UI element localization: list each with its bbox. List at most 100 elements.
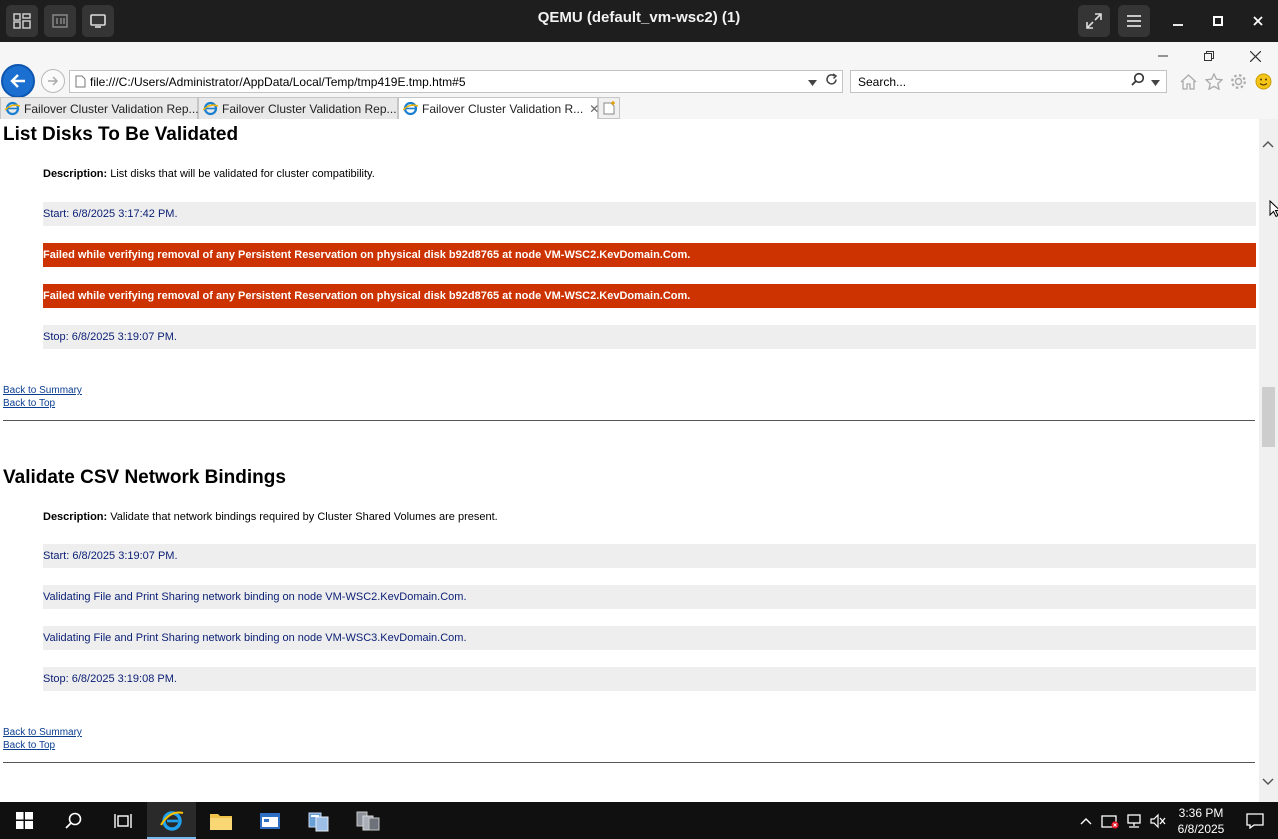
ie-window-controls <box>1140 45 1278 67</box>
section-description: Description: List disks that will be val… <box>43 168 375 180</box>
log-row: Stop: 6/8/2025 3:19:08 PM. <box>43 667 1256 691</box>
section-title: Validate CSV Network Bindings <box>3 467 286 488</box>
ie-chrome: file:///C:/Users/Administrator/AppData/L… <box>0 42 1278 119</box>
address-bar[interactable]: file:///C:/Users/Administrator/AppData/L… <box>69 70 843 93</box>
log-row: Validating File and Print Sharing networ… <box>43 585 1256 609</box>
close-icon <box>1253 16 1263 26</box>
tab-report-3[interactable]: Failover Cluster Validation R... ✕ <box>398 97 599 119</box>
mouse-cursor-icon <box>1269 200 1278 218</box>
server-manager-icon <box>259 812 280 829</box>
tab-label: Failover Cluster Validation R... <box>422 101 584 116</box>
tab-label: Failover Cluster Validation Rep... <box>24 101 199 116</box>
url-text[interactable]: file:///C:/Users/Administrator/AppData/L… <box>90 75 808 89</box>
refresh-icon[interactable] <box>825 72 838 91</box>
taskbar: 3:36 PM 6/8/2025 <box>0 802 1278 839</box>
ie-minimize-button[interactable] <box>1140 45 1186 67</box>
feedback-smiley-icon[interactable] <box>1253 70 1274 93</box>
ie-close-button[interactable] <box>1232 45 1278 67</box>
taskbar-file-explorer[interactable] <box>196 802 245 839</box>
scroll-up-icon[interactable] <box>1262 135 1274 153</box>
action-center-warning-icon[interactable] <box>1098 802 1122 839</box>
taskbar-internet-explorer[interactable] <box>147 802 196 839</box>
home-icon[interactable] <box>1178 70 1199 93</box>
description-text: Validate that network bindings required … <box>110 511 498 523</box>
qemu-maximize-button[interactable] <box>1198 3 1238 39</box>
browser-tools <box>1178 70 1274 93</box>
taskbar-server-manager[interactable] <box>245 802 294 839</box>
back-to-top-link[interactable]: Back to Top <box>3 740 55 751</box>
settings-gear-icon[interactable] <box>1228 70 1249 93</box>
qemu-minimize-button[interactable] <box>1158 3 1198 39</box>
search-dropdown-icon[interactable] <box>1151 73 1166 91</box>
back-to-summary-link[interactable]: Back to Summary <box>3 385 82 396</box>
search-icon <box>65 812 82 829</box>
task-view-button[interactable] <box>98 802 147 839</box>
show-hidden-icons-chevron-icon[interactable] <box>1074 802 1098 839</box>
start-button[interactable] <box>0 802 49 839</box>
tab-report-2[interactable]: Failover Cluster Validation Rep... <box>198 97 398 119</box>
restore-icon <box>1204 51 1214 61</box>
section-divider <box>3 762 1255 763</box>
ie-page-icon <box>203 101 218 117</box>
favorites-star-icon[interactable] <box>1203 70 1224 93</box>
back-arrow-icon <box>10 74 25 88</box>
windows-logo-icon <box>16 812 33 829</box>
qemu-close-button[interactable] <box>1238 3 1278 39</box>
qemu-fullscreen-button[interactable] <box>1078 5 1110 37</box>
log-row-error: Failed while verifying removal of any Pe… <box>43 243 1256 267</box>
log-row: Start: 6/8/2025 3:17:42 PM. <box>43 202 1256 226</box>
search-button[interactable] <box>49 802 98 839</box>
taskbar-clock[interactable]: 3:36 PM 6/8/2025 <box>1170 805 1232 837</box>
notifications-button[interactable] <box>1232 802 1278 839</box>
address-dropdown-icon[interactable] <box>808 73 817 91</box>
scroll-down-icon[interactable] <box>1262 773 1274 791</box>
log-row-error: Failed while verifying removal of any Pe… <box>43 284 1256 308</box>
cluster-tool-icon <box>356 811 379 830</box>
forward-button[interactable] <box>41 69 65 93</box>
network-icon[interactable] <box>1122 802 1146 839</box>
internet-explorer-icon <box>159 810 183 831</box>
tab-strip: Failover Cluster Validation Rep... Failo… <box>0 97 620 119</box>
description-label: Description: <box>43 168 108 180</box>
volume-muted-icon[interactable] <box>1146 802 1170 839</box>
tab-report-1[interactable]: Failover Cluster Validation Rep... <box>0 97 199 119</box>
clock-date: 6/8/2025 <box>1177 821 1225 836</box>
forward-arrow-icon <box>48 76 59 86</box>
scrollbar-thumb[interactable] <box>1262 387 1275 447</box>
page-icon <box>70 71 90 92</box>
minimize-icon <box>1173 24 1183 26</box>
search-placeholder[interactable]: Search... <box>851 75 1131 89</box>
log-row: Validating File and Print Sharing networ… <box>43 626 1256 650</box>
log-row: Stop: 6/8/2025 3:19:07 PM. <box>43 325 1256 349</box>
vertical-scrollbar[interactable] <box>1259 119 1278 802</box>
minimize-icon <box>1158 55 1168 57</box>
section-divider <box>3 420 1255 421</box>
qemu-menu-button[interactable] <box>1118 5 1150 37</box>
back-to-summary-link[interactable]: Back to Summary <box>3 727 82 738</box>
description-text: List disks that will be validated for cl… <box>110 168 375 180</box>
expand-icon <box>1086 13 1102 29</box>
folder-icon <box>209 813 232 830</box>
back-to-top-link[interactable]: Back to Top <box>3 398 55 409</box>
log-row: Start: 6/8/2025 3:19:07 PM. <box>43 544 1256 568</box>
task-view-icon <box>113 813 132 828</box>
hamburger-icon <box>1127 15 1141 27</box>
report-page: List Disks To Be Validated Description: … <box>0 119 1259 802</box>
qemu-title-bar: QEMU (default_vm-wsc2) (1) <box>0 0 1278 42</box>
description-label: Description: <box>43 511 108 523</box>
section-description: Description: Validate that network bindi… <box>43 511 498 523</box>
notification-icon <box>1246 812 1264 829</box>
close-icon <box>1249 50 1261 62</box>
maximize-icon <box>1213 16 1223 26</box>
back-button[interactable] <box>1 64 35 98</box>
new-tab-button[interactable] <box>598 97 620 119</box>
system-tray: 3:36 PM 6/8/2025 <box>1074 802 1278 839</box>
ie-restore-button[interactable] <box>1186 45 1232 67</box>
ie-page-icon <box>403 101 418 117</box>
section-title: List Disks To Be Validated <box>3 124 239 145</box>
search-icon[interactable] <box>1131 72 1151 91</box>
taskbar-failover-cluster-manager[interactable] <box>294 802 343 839</box>
ie-page-icon <box>5 101 20 117</box>
taskbar-cluster-tool[interactable] <box>343 802 392 839</box>
search-box[interactable]: Search... <box>850 70 1167 93</box>
